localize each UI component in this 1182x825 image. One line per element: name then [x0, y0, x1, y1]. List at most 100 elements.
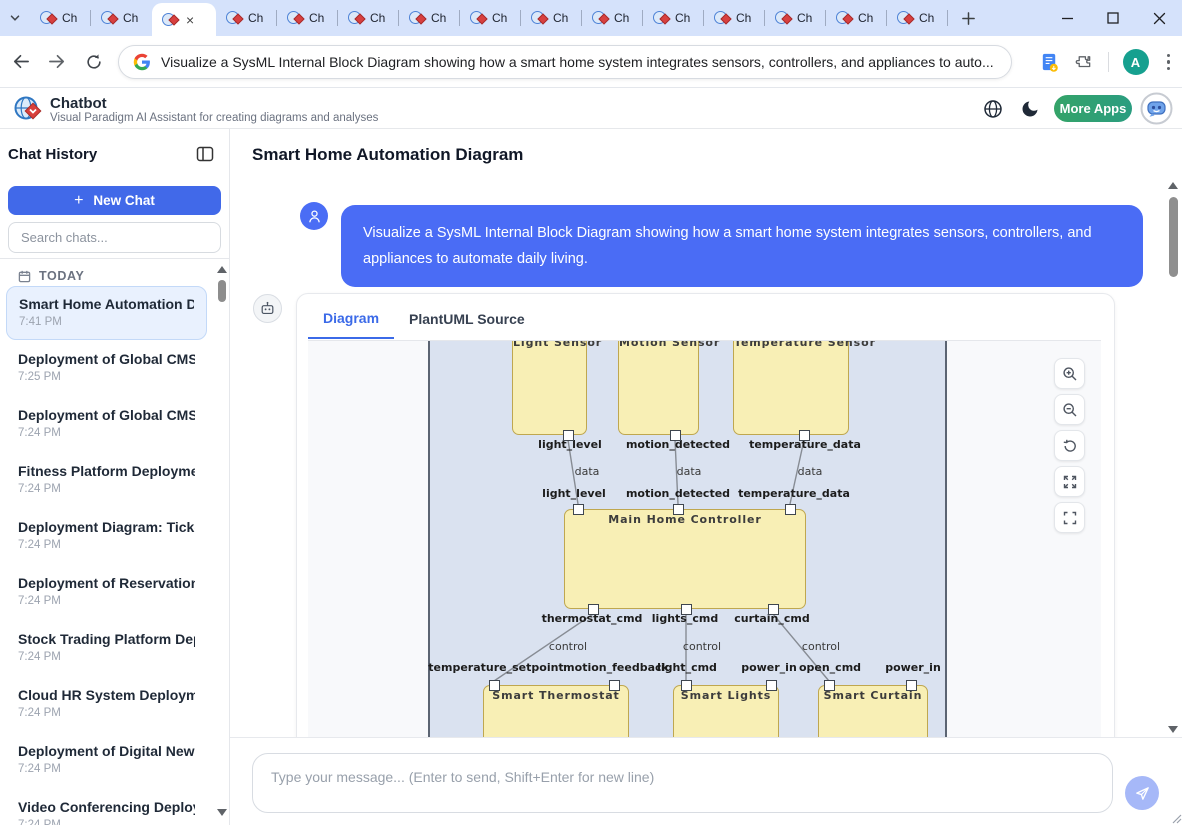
search-chats-input[interactable] — [8, 222, 221, 253]
resize-grip-icon[interactable] — [1172, 814, 1182, 824]
browser-tabs: Ch Ch × Ch Ch Ch Ch Ch Ch Ch Ch Ch Ch Ch Ch — [30, 0, 948, 36]
chat-history-item[interactable]: Deployment of Global CMS 7:25 PM — [6, 342, 207, 396]
tab-diagram[interactable]: Diagram — [308, 294, 395, 339]
collapse-sidebar-icon[interactable] — [196, 145, 214, 163]
new-tab-button[interactable] — [954, 4, 982, 32]
chat-item-title: Stock Trading Platform Depl... — [18, 631, 195, 647]
tab-search-chevron-icon[interactable] — [0, 0, 30, 36]
profile-avatar[interactable]: A — [1122, 49, 1149, 75]
chat-history-item[interactable]: Deployment of Digital News ... 7:24 PM — [6, 734, 207, 788]
expand-icon[interactable] — [1054, 466, 1085, 497]
chat-scroll-up-icon[interactable] — [1168, 182, 1178, 189]
port[interactable] — [905, 679, 917, 691]
sidebar-scrollbar-thumb[interactable] — [218, 280, 226, 302]
browser-tab[interactable]: Ch — [338, 0, 399, 36]
block-motion-sensor[interactable]: Motion Sensor — [618, 341, 719, 435]
browser-tab[interactable]: Ch — [399, 0, 460, 36]
fullscreen-icon[interactable] — [1054, 502, 1085, 533]
browser-tab[interactable]: Ch — [521, 0, 582, 36]
reload-icon[interactable] — [77, 45, 111, 79]
reading-list-icon[interactable] — [1039, 52, 1060, 73]
block-smart-curtain[interactable]: Smart Curtain — [818, 685, 928, 737]
chat-history-item[interactable]: Fitness Platform Deployment 7:24 PM — [6, 454, 207, 508]
diagram-label: data — [676, 465, 702, 478]
message-input[interactable] — [253, 754, 1112, 812]
back-icon[interactable] — [3, 45, 37, 79]
chat-item-title: Deployment Diagram: Ticket... — [18, 519, 195, 535]
zoom-out-icon[interactable] — [1054, 394, 1085, 425]
browser-tab[interactable]: Ch — [277, 0, 338, 36]
block-temperature-sensor[interactable]: Temperature Sensor — [733, 341, 875, 435]
address-bar[interactable]: Visualize a SysML Internal Block Diagram… — [118, 45, 1012, 79]
browser-tab[interactable]: Ch — [30, 0, 91, 36]
port[interactable] — [798, 429, 810, 441]
new-chat-button[interactable]: + New Chat — [8, 186, 221, 215]
block-light-sensor[interactable]: Light Sensor — [512, 341, 601, 435]
diagram-viewer[interactable]: Light Sensor Motion Sensor Temperature Sen… — [308, 340, 1101, 737]
dark-mode-moon-icon[interactable] — [1020, 99, 1040, 119]
port[interactable] — [608, 679, 620, 691]
minimize-icon[interactable] — [1044, 0, 1090, 36]
diagram-label: motion_feedback — [563, 661, 669, 674]
browser-toolbar: Visualize a SysML Internal Block Diagram… — [0, 36, 1182, 88]
zoom-in-icon[interactable] — [1054, 358, 1085, 389]
browser-tab[interactable]: Ch — [216, 0, 277, 36]
tab-close-icon[interactable]: × — [186, 13, 194, 27]
chat-history-item[interactable]: Cloud HR System Deployment 7:24 PM — [6, 678, 207, 732]
port[interactable] — [562, 429, 574, 441]
browser-tab[interactable]: Ch — [460, 0, 521, 36]
extensions-icon[interactable] — [1074, 52, 1094, 72]
tab-favicon — [836, 10, 854, 26]
chat-scrollbar-thumb[interactable] — [1169, 197, 1178, 277]
language-globe-icon[interactable] — [983, 99, 1003, 119]
port[interactable] — [784, 503, 796, 515]
port[interactable] — [767, 603, 779, 615]
port[interactable] — [488, 679, 500, 691]
maximize-icon[interactable] — [1090, 0, 1136, 36]
more-apps-button[interactable]: More Apps — [1054, 95, 1132, 122]
browser-tab[interactable]: Ch — [643, 0, 704, 36]
tab-plantuml-source[interactable]: PlantUML Source — [394, 294, 540, 339]
browser-tab[interactable]: Ch — [704, 0, 765, 36]
port[interactable] — [680, 679, 692, 691]
close-window-icon[interactable] — [1136, 0, 1182, 36]
port[interactable] — [680, 603, 692, 615]
sidebar-scroll-up-icon[interactable] — [217, 266, 227, 273]
tab-favicon — [470, 10, 488, 26]
chat-messages-area[interactable]: Visualize a SysML Internal Block Diagram… — [230, 177, 1182, 737]
block-smart-lights[interactable]: Smart Lights — [673, 685, 779, 737]
browser-tab[interactable]: Ch — [91, 0, 152, 36]
chat-history-item[interactable]: Deployment of Reservation S... 7:24 PM — [6, 566, 207, 620]
block-smart-thermostat[interactable]: Smart Thermostat — [483, 685, 629, 737]
chat-history-item[interactable]: Deployment of Global CMS 7:24 PM — [6, 398, 207, 452]
chat-history-item[interactable]: Stock Trading Platform Depl... 7:24 PM — [6, 622, 207, 676]
port[interactable] — [765, 679, 777, 691]
message-input-box[interactable] — [252, 753, 1113, 813]
browser-tab[interactable]: Ch — [887, 0, 948, 36]
sidebar-scroll-down-icon[interactable] — [217, 809, 227, 816]
chat-history-item[interactable]: Deployment Diagram: Ticket... 7:24 PM — [6, 510, 207, 564]
send-button[interactable] — [1125, 776, 1159, 810]
port[interactable] — [669, 429, 681, 441]
forward-icon[interactable] — [40, 45, 74, 79]
port[interactable] — [672, 503, 684, 515]
chatbot-badge-icon[interactable] — [1140, 92, 1173, 125]
port[interactable] — [823, 679, 835, 691]
tab-favicon — [714, 10, 732, 26]
block-title: Smart Curtain — [823, 689, 923, 702]
browser-tab[interactable]: Ch — [765, 0, 826, 36]
browser-tab[interactable]: Ch — [826, 0, 887, 36]
browser-tab-active[interactable]: × — [152, 3, 216, 36]
chat-scroll-down-icon[interactable] — [1168, 726, 1178, 733]
chat-history-item[interactable]: Smart Home Automation Di... 7:41 PM — [6, 286, 207, 340]
diagram-label: control — [682, 640, 722, 653]
browser-menu-icon[interactable] — [1163, 50, 1175, 75]
browser-tab[interactable]: Ch — [582, 0, 643, 36]
reset-view-icon[interactable] — [1054, 430, 1085, 461]
port[interactable] — [572, 503, 584, 515]
chat-history-item[interactable]: Video Conferencing Deploy... 7:24 PM — [6, 790, 207, 825]
new-chat-label: New Chat — [93, 193, 155, 208]
tab-favicon — [409, 10, 427, 26]
block-main-home-controller[interactable]: Main Home Controller — [564, 509, 806, 609]
port[interactable] — [587, 603, 599, 615]
